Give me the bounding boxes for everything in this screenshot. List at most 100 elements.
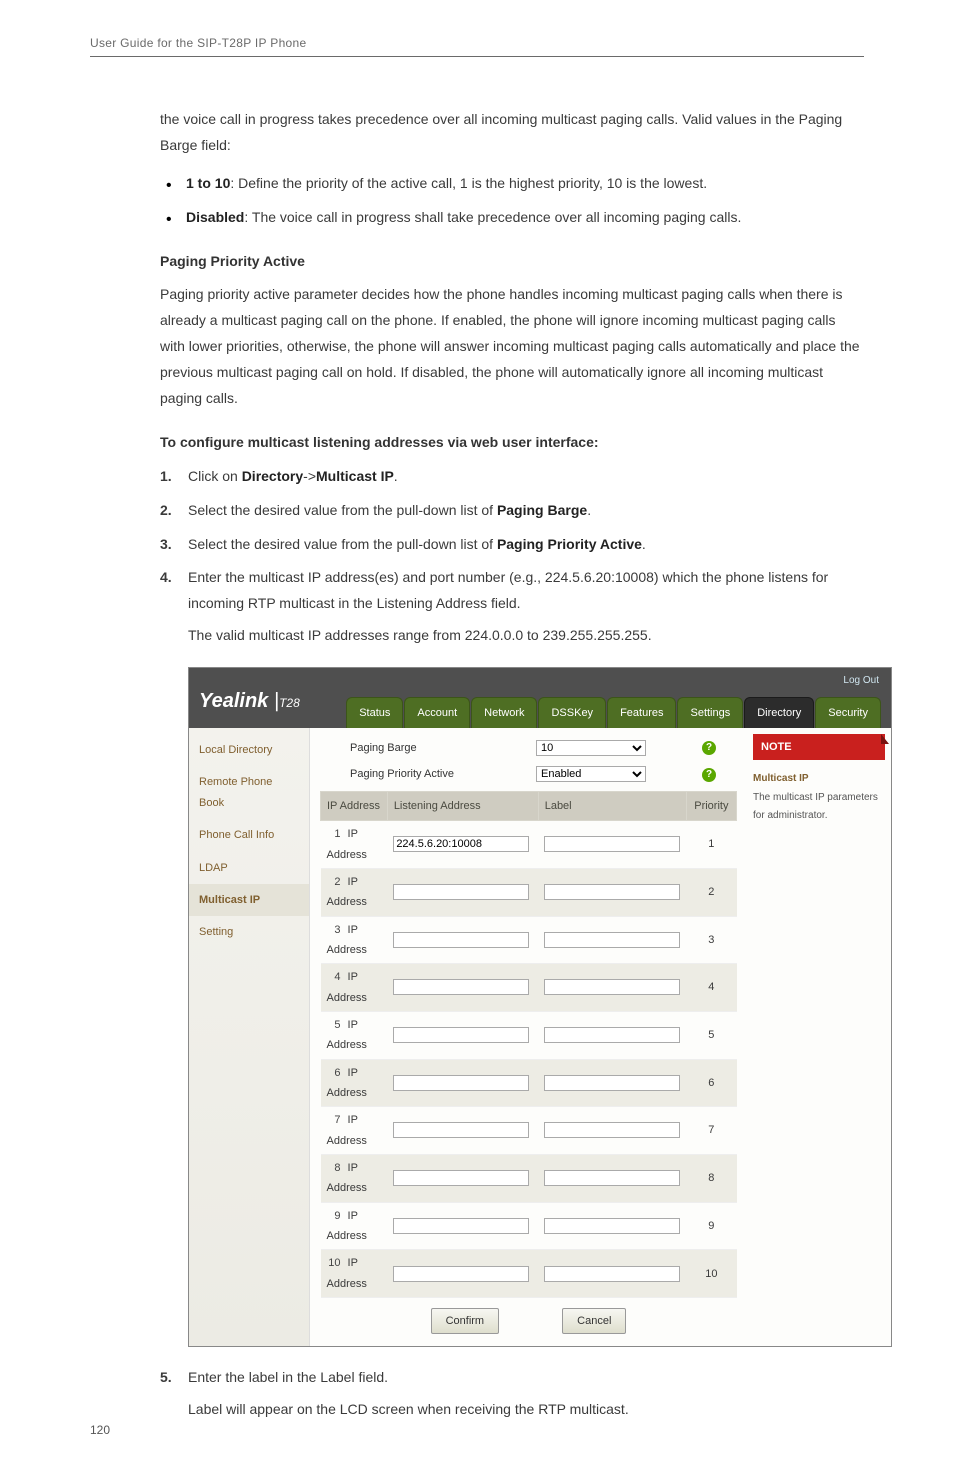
- yealink-logo: Yealink |T28: [199, 683, 300, 728]
- listening-address-input[interactable]: [393, 1218, 529, 1234]
- step-5-text: Enter the label in the Label field.: [188, 1369, 388, 1385]
- listening-address-input[interactable]: [393, 1122, 529, 1138]
- confirm-button[interactable]: Confirm: [431, 1308, 500, 1334]
- table-row: 7 IP Address 7: [321, 1107, 737, 1155]
- note-subtitle: Multicast IP: [753, 770, 885, 789]
- admin-screenshot: Yealink |T28 Log Out Status Account Netw…: [188, 667, 864, 1347]
- cell-priority: 5: [686, 1011, 736, 1059]
- cell-label: [538, 1011, 686, 1059]
- listening-address-input[interactable]: [393, 979, 529, 995]
- label-input[interactable]: [544, 836, 680, 852]
- step-5: Enter the label in the Label field. Labe…: [160, 1365, 864, 1423]
- cell-ip: 10 IP Address: [321, 1250, 388, 1298]
- tab-security[interactable]: Security: [815, 697, 881, 728]
- listening-address-input[interactable]: [393, 836, 529, 852]
- label-input[interactable]: [544, 884, 680, 900]
- label-input[interactable]: [544, 932, 680, 948]
- cell-priority: 3: [686, 916, 736, 964]
- heading-configure-multicast: To configure multicast listening address…: [160, 430, 864, 456]
- step-1: Click on Directory->Multicast IP.: [160, 464, 864, 490]
- cell-ip: 8 IP Address: [321, 1154, 388, 1202]
- cell-listening: [387, 1059, 538, 1107]
- listening-address-input[interactable]: [393, 1170, 529, 1186]
- step-3-post: .: [642, 536, 646, 552]
- cell-ip: 7 IP Address: [321, 1107, 388, 1155]
- cell-priority: 7: [686, 1107, 736, 1155]
- ppa-paragraph: Paging priority active parameter decides…: [160, 282, 864, 411]
- paging-barge-values-list: 1 to 10: Define the priority of the acti…: [160, 171, 864, 231]
- step-3: Select the desired value from the pull-d…: [160, 532, 864, 558]
- listening-address-input[interactable]: [393, 1075, 529, 1091]
- cell-listening: [387, 1202, 538, 1250]
- table-row: 2 IP Address 2: [321, 868, 737, 916]
- tab-directory[interactable]: Directory: [744, 697, 814, 728]
- step-3-bold1: Paging Priority Active: [497, 536, 642, 552]
- cell-label: [538, 1250, 686, 1298]
- listening-address-input[interactable]: [393, 932, 529, 948]
- step-4-text: Enter the multicast IP address(es) and p…: [188, 569, 828, 611]
- cell-ip: 5 IP Address: [321, 1011, 388, 1059]
- cell-priority: 1: [686, 821, 736, 869]
- sidebar-item-phone-call-info[interactable]: Phone Call Info: [189, 819, 309, 851]
- logo-model: T28: [279, 696, 300, 710]
- step-1-pre: Click on: [188, 468, 242, 484]
- table-row: 5 IP Address 5: [321, 1011, 737, 1059]
- logout-link[interactable]: Log Out: [843, 672, 879, 691]
- sidebar-item-multicast-ip[interactable]: Multicast IP: [189, 884, 309, 916]
- cell-ip: 2 IP Address: [321, 868, 388, 916]
- step-2-bold1: Paging Barge: [497, 502, 587, 518]
- listening-address-input[interactable]: [393, 884, 529, 900]
- step-2: Select the desired value from the pull-d…: [160, 498, 864, 524]
- tab-account[interactable]: Account: [404, 697, 470, 728]
- label-input[interactable]: [544, 1122, 680, 1138]
- cell-ip: 9 IP Address: [321, 1202, 388, 1250]
- sidebar-item-ldap[interactable]: LDAP: [189, 852, 309, 884]
- bullet-1to10-text: : Define the priority of the active call…: [230, 175, 707, 191]
- cell-listening: [387, 1107, 538, 1155]
- bullet-disabled-text: : The voice call in progress shall take …: [244, 209, 741, 225]
- cell-ip: 4 IP Address: [321, 964, 388, 1012]
- listening-address-input[interactable]: [393, 1266, 529, 1282]
- tab-dsskey[interactable]: DSSKey: [538, 697, 606, 728]
- cell-priority: 4: [686, 964, 736, 1012]
- table-row: 8 IP Address8: [321, 1154, 737, 1202]
- note-text: The multicast IP parameters for administ…: [753, 789, 885, 826]
- ip-address-table: IP Address Listening Address Label Prior…: [320, 791, 737, 1298]
- logo-text: Yealink: [199, 690, 268, 712]
- label-input[interactable]: [544, 1075, 680, 1091]
- col-priority: Priority: [686, 791, 736, 820]
- label-input[interactable]: [544, 1027, 680, 1043]
- admin-main: Paging Barge 10 ? Paging Pri: [310, 728, 747, 1346]
- paging-barge-select[interactable]: 10: [536, 740, 646, 756]
- bullet-disabled: Disabled: The voice call in progress sha…: [160, 205, 864, 231]
- cell-ip: 1 IP Address: [321, 821, 388, 869]
- label-input[interactable]: [544, 1170, 680, 1186]
- cell-priority: 2: [686, 868, 736, 916]
- label-input[interactable]: [544, 1218, 680, 1234]
- sidebar-item-local-directory[interactable]: Local Directory: [189, 734, 309, 766]
- label-input[interactable]: [544, 1266, 680, 1282]
- step-1-mid: ->: [303, 468, 316, 484]
- paging-barge-label: Paging Barge: [350, 738, 520, 758]
- bullet-1to10: 1 to 10: Define the priority of the acti…: [160, 171, 864, 197]
- tab-network[interactable]: Network: [471, 697, 537, 728]
- cancel-button[interactable]: Cancel: [562, 1308, 626, 1334]
- label-input[interactable]: [544, 979, 680, 995]
- col-listening-address: Listening Address: [387, 791, 538, 820]
- step-4: Enter the multicast IP address(es) and p…: [160, 565, 864, 1347]
- cell-priority: 10: [686, 1250, 736, 1298]
- tab-features[interactable]: Features: [607, 697, 676, 728]
- cell-priority: 9: [686, 1202, 736, 1250]
- step-4-extra: The valid multicast IP addresses range f…: [188, 623, 864, 649]
- listening-address-input[interactable]: [393, 1027, 529, 1043]
- help-icon[interactable]: ?: [702, 741, 716, 755]
- sidebar-item-remote-phone-book[interactable]: Remote Phone Book: [189, 766, 309, 819]
- tab-settings[interactable]: Settings: [677, 697, 743, 728]
- tab-status[interactable]: Status: [346, 697, 403, 728]
- help-icon[interactable]: ?: [702, 768, 716, 782]
- cell-listening: [387, 916, 538, 964]
- top-tabs: Status Account Network DSSKey Features S…: [346, 697, 881, 728]
- ppa-select[interactable]: Enabled: [536, 766, 646, 782]
- sidebar-item-setting[interactable]: Setting: [189, 916, 309, 948]
- step-1-bold1: Directory: [242, 468, 303, 484]
